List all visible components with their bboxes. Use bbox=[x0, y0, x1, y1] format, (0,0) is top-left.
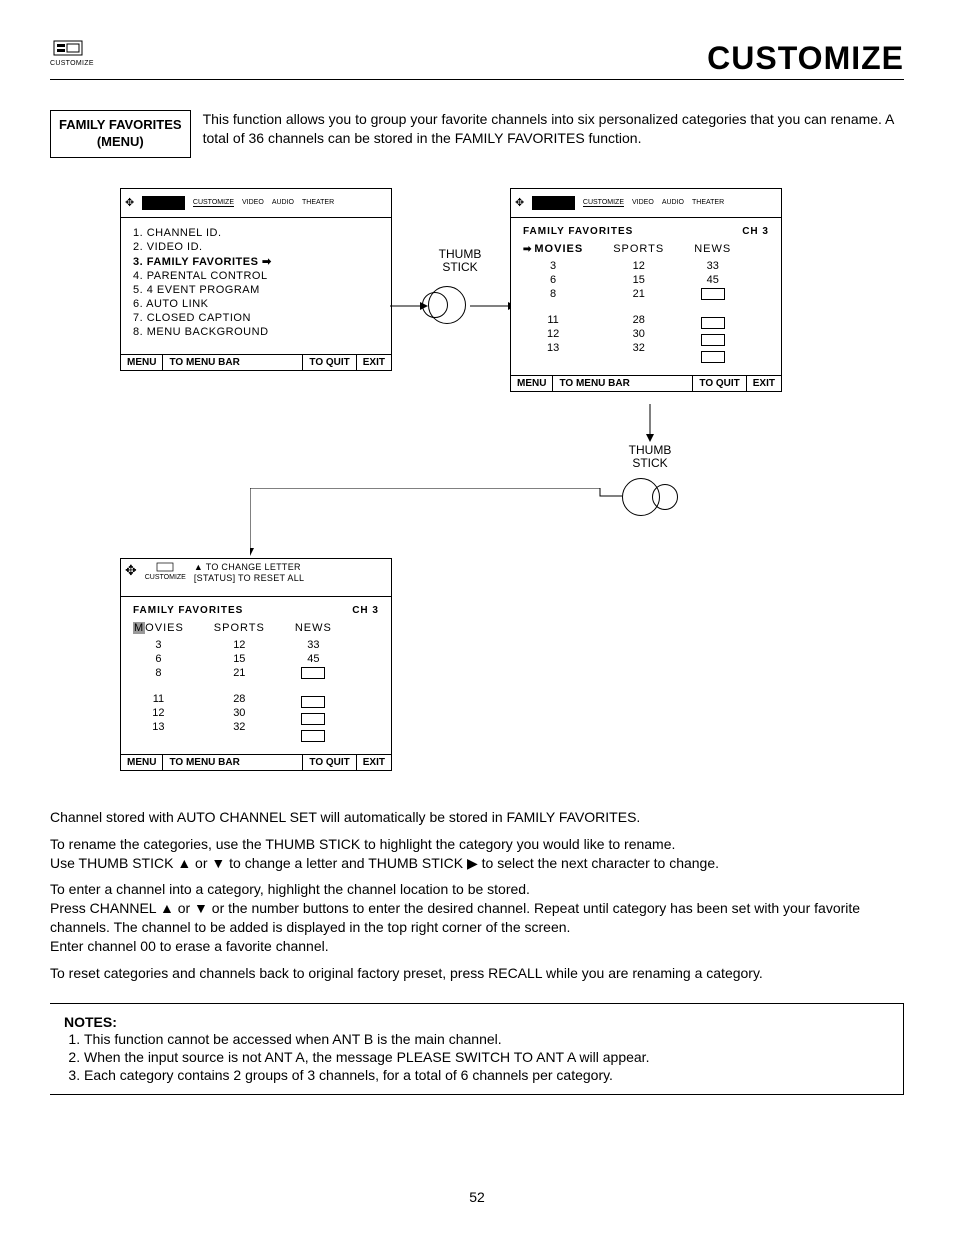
routing-line bbox=[250, 488, 630, 568]
screen-customize-menu: ✥ SETUP CUSTOMIZE VIDEO AUDIO THEATER 1.… bbox=[120, 188, 392, 371]
menu-item-4: 4. PARENTAL CONTROL bbox=[133, 269, 379, 283]
diagram-area: ✥ SETUP CUSTOMIZE VIDEO AUDIO THEATER 1.… bbox=[50, 188, 904, 788]
menubar-audio: AUDIO bbox=[662, 199, 684, 206]
page-title: CUSTOMIZE bbox=[707, 40, 904, 77]
footer-quit: TO QUIT bbox=[303, 355, 356, 370]
screen1-menu-list: 1. CHANNEL ID. 2. VIDEO ID. 3. FAMILY FA… bbox=[121, 218, 391, 354]
notes-label: NOTES: bbox=[64, 1014, 124, 1030]
intro-row: FAMILY FAVORITES (MENU) This function al… bbox=[50, 110, 904, 158]
intro-text: This function allows you to group your f… bbox=[203, 110, 904, 158]
menubar-video: VIDEO bbox=[632, 199, 654, 206]
menubar-customize: CUSTOMIZE bbox=[583, 199, 624, 207]
header-icon-label: CUSTOMIZE bbox=[50, 60, 86, 67]
body-para-1: Channel stored with AUTO CHANNEL SET wil… bbox=[50, 808, 904, 827]
notes-box: NOTES: This function cannot be accessed … bbox=[50, 1003, 904, 1095]
menu-item-5: 5. 4 EVENT PROGRAM bbox=[133, 283, 379, 297]
menu-item-7: 7. CLOSED CAPTION bbox=[133, 311, 379, 325]
body-para-2: To rename the categories, use the THUMB … bbox=[50, 835, 904, 873]
page-number: 52 bbox=[0, 1189, 954, 1205]
customize-header-icon: CUSTOMIZE bbox=[50, 40, 86, 67]
empty-slot bbox=[701, 317, 725, 329]
empty-slot bbox=[701, 334, 725, 346]
nav-arrows-icon: ✥ bbox=[125, 562, 137, 579]
thumbstick-label-2: THUMBSTICK bbox=[610, 444, 690, 470]
section-label-line2: (MENU) bbox=[59, 134, 182, 151]
screen3-menubar: ✥ CUSTOMIZE ▲ TO CHANGE LETTER [STATUS] … bbox=[121, 559, 391, 597]
menu-item-8: 8. MENU BACKGROUND bbox=[133, 325, 379, 339]
body-para-3: To enter a channel into a category, high… bbox=[50, 880, 904, 956]
ff-title: FAMILY FAVORITES bbox=[133, 605, 243, 616]
ff-cat-movies: MOVIES bbox=[523, 243, 583, 259]
section-label-line1: FAMILY FAVORITES bbox=[59, 117, 182, 134]
thumbstick-circle-2-inner bbox=[652, 484, 678, 510]
nav-arrows-icon: ✥ bbox=[515, 196, 524, 209]
notes-list: This function cannot be accessed when AN… bbox=[64, 1030, 839, 1084]
arrow-right-1 bbox=[390, 296, 520, 316]
screen3-body: FAMILY FAVORITES CH 3 MOVIES 3 6 8 11 12… bbox=[121, 597, 391, 754]
menu-item-3-selected: 3. FAMILY FAVORITES ➡ bbox=[133, 254, 379, 269]
footer-exit: EXIT bbox=[357, 355, 391, 370]
ff-title: FAMILY FAVORITES bbox=[523, 226, 633, 237]
note-1: This function cannot be accessed when AN… bbox=[84, 1030, 839, 1048]
ff-cat-sports: SPORTS bbox=[613, 243, 664, 259]
menubar-theater: THEATER bbox=[692, 199, 724, 206]
menubar-video: VIDEO bbox=[242, 199, 264, 206]
menubar-customize: CUSTOMIZE bbox=[193, 199, 234, 207]
note-2: When the input source is not ANT A, the … bbox=[84, 1048, 839, 1066]
ff-cat-news: NEWS bbox=[295, 622, 332, 638]
note-3: Each category contains 2 groups of 3 cha… bbox=[84, 1066, 839, 1084]
menubar-setup: SETUP bbox=[532, 196, 575, 210]
ff-cat-movies-edit: MOVIES bbox=[133, 622, 184, 638]
screen2-footer: MENU TO MENU BAR TO QUIT EXIT bbox=[511, 375, 781, 391]
menu-item-2: 2. VIDEO ID. bbox=[133, 240, 379, 254]
body-para-4: To reset categories and channels back to… bbox=[50, 964, 904, 983]
empty-slot bbox=[701, 351, 725, 363]
ff-cat-sports: SPORTS bbox=[214, 622, 265, 638]
empty-slot bbox=[701, 288, 725, 300]
screen-family-favorites: ✥ SETUP CUSTOMIZE VIDEO AUDIO THEATER FA… bbox=[510, 188, 782, 392]
menubar-theater: THEATER bbox=[302, 199, 334, 206]
menu-item-6: 6. AUTO LINK bbox=[133, 297, 379, 311]
screen1-footer: MENU TO MENU BAR TO QUIT EXIT bbox=[121, 354, 391, 370]
menubar-audio: AUDIO bbox=[272, 199, 294, 206]
arrow-down-1 bbox=[640, 404, 660, 444]
screen-rename-category: ✥ CUSTOMIZE ▲ TO CHANGE LETTER [STATUS] … bbox=[120, 558, 392, 771]
screen3-hints: ▲ TO CHANGE LETTER [STATUS] TO RESET ALL bbox=[194, 562, 387, 585]
ff-ch-label: CH 3 bbox=[742, 226, 769, 237]
section-label-box: FAMILY FAVORITES (MENU) bbox=[50, 110, 191, 158]
page-header: CUSTOMIZE CUSTOMIZE bbox=[50, 40, 904, 80]
footer-menu: MENU bbox=[121, 355, 163, 370]
screen3-footer: MENU TO MENU BAR TO QUIT EXIT bbox=[121, 754, 391, 770]
screen2-body: FAMILY FAVORITES CH 3 MOVIES 3 6 8 11 12… bbox=[511, 218, 781, 375]
menu-item-1: 1. CHANNEL ID. bbox=[133, 226, 379, 240]
menubar-customize: CUSTOMIZE bbox=[145, 562, 186, 581]
thumbstick-label-1: THUMBSTICK bbox=[420, 248, 500, 274]
footer-menubar: TO MENU BAR bbox=[163, 355, 303, 370]
screen2-menubar: ✥ SETUP CUSTOMIZE VIDEO AUDIO THEATER bbox=[511, 189, 781, 218]
ff-cat-news: NEWS bbox=[694, 243, 731, 259]
screen1-menubar: ✥ SETUP CUSTOMIZE VIDEO AUDIO THEATER bbox=[121, 189, 391, 218]
ff-ch-label: CH 3 bbox=[352, 605, 379, 616]
nav-arrows-icon: ✥ bbox=[125, 196, 134, 209]
menubar-setup: SETUP bbox=[142, 196, 185, 210]
